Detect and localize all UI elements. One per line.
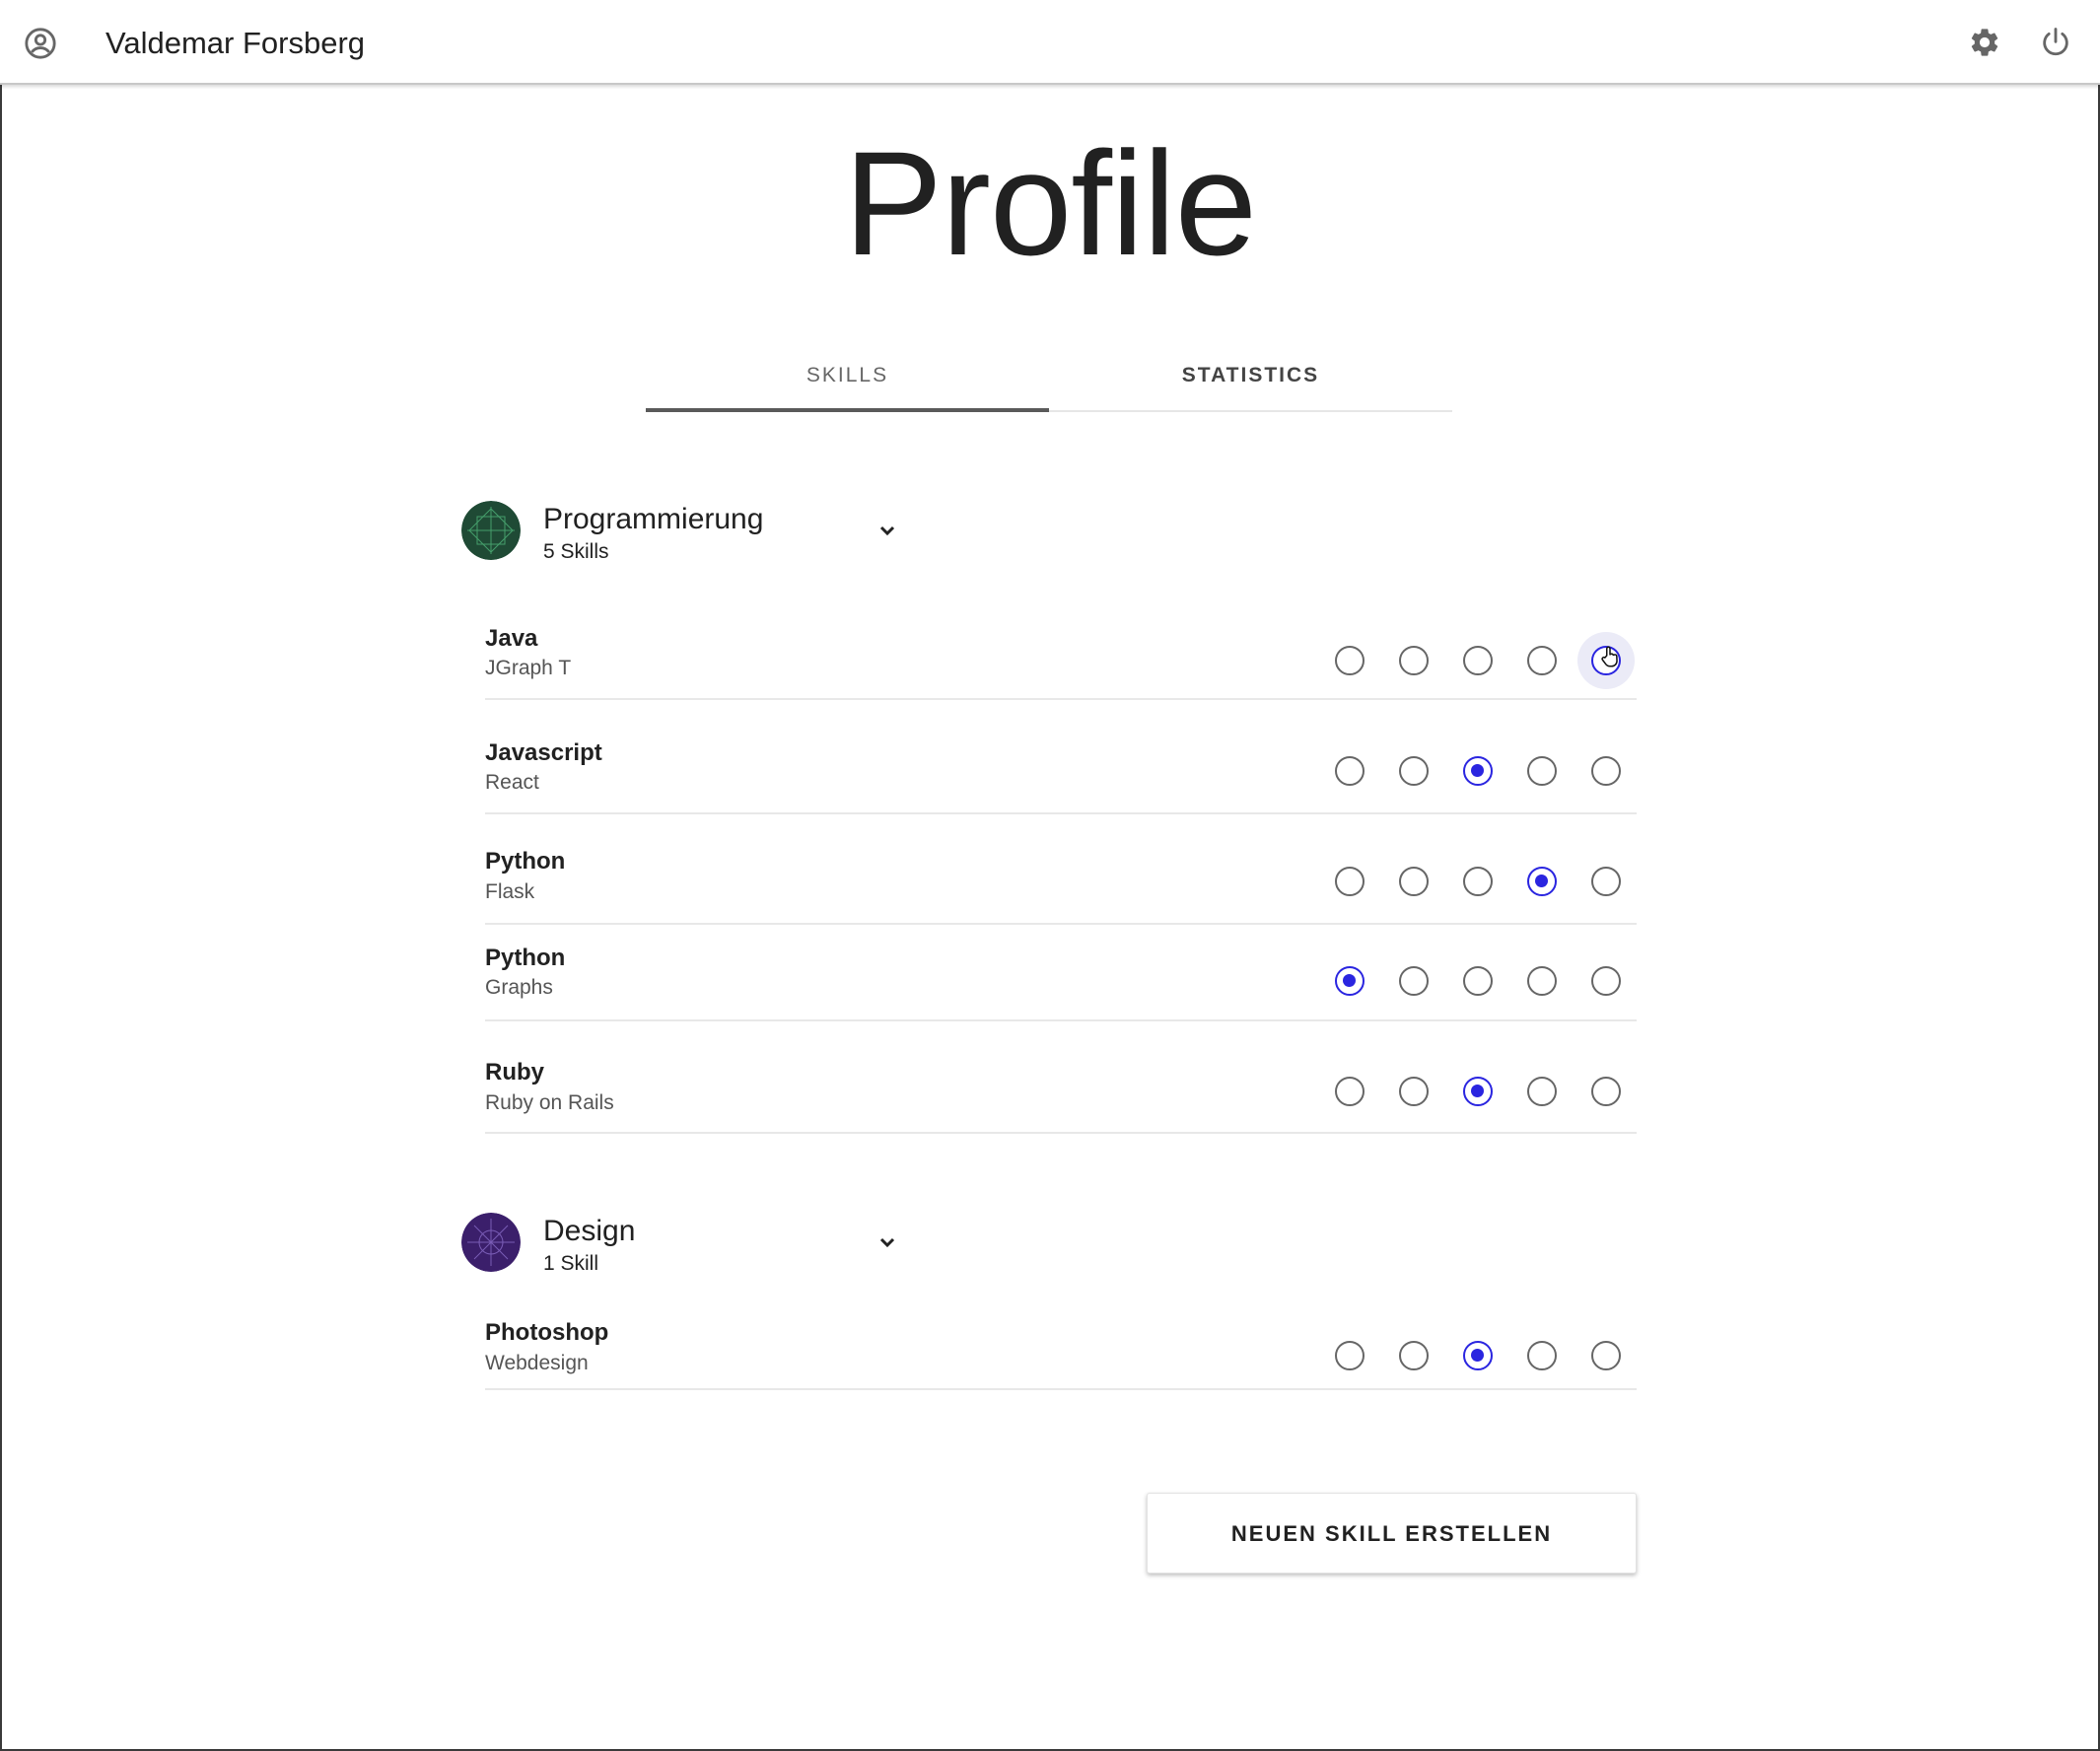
skill-subtitle: Ruby on Rails [485, 1091, 614, 1114]
user-name: Valdemar Forsberg [105, 26, 366, 60]
rating-radio-4[interactable] [1527, 1077, 1557, 1106]
rating-radio-3[interactable] [1463, 1077, 1493, 1106]
rating-radio-3[interactable] [1463, 756, 1493, 786]
category-avatar [461, 501, 521, 560]
rating-radio-4[interactable] [1527, 646, 1557, 675]
skill-subtitle: Flask [485, 880, 535, 903]
top-app-bar: Valdemar Forsberg [0, 0, 2100, 85]
tab-skills[interactable]: SKILLS [646, 345, 1049, 412]
active-tab-indicator [646, 408, 1049, 412]
category-title: Programmierung [543, 503, 764, 535]
skill-subtitle: React [485, 771, 539, 794]
rating-radio-2[interactable] [1399, 1077, 1429, 1106]
skill-name: Java [485, 625, 538, 652]
rating-radio-2[interactable] [1399, 966, 1429, 996]
category-skill-count: 5 Skills [543, 540, 609, 563]
chevron-down-icon[interactable] [875, 1230, 899, 1254]
rating-radio-5[interactable] [1591, 867, 1621, 896]
rating-radio-2[interactable] [1399, 756, 1429, 786]
rating-radio-5[interactable] [1591, 756, 1621, 786]
rating-radio-1[interactable] [1335, 1341, 1365, 1370]
rating-radio-1[interactable] [1335, 646, 1365, 675]
skill-subtitle: JGraph T [485, 657, 572, 679]
rating-radio-1[interactable] [1335, 867, 1365, 896]
skill-name: Photoshop [485, 1319, 609, 1346]
rating-radio-4[interactable] [1527, 966, 1557, 996]
rating-radio-2[interactable] [1399, 646, 1429, 675]
tab-statistics[interactable]: STATISTICS [1049, 345, 1452, 412]
page-title: Profile [843, 120, 1257, 286]
gear-icon[interactable] [1968, 26, 2001, 59]
rating-radio-3[interactable] [1463, 1341, 1493, 1370]
skill-name: Ruby [485, 1059, 544, 1086]
new-skill-button[interactable]: NEUEN SKILL ERSTELLEN [1147, 1493, 1637, 1574]
pointer-hand-icon [1601, 646, 1618, 667]
profile-tabs: SKILLS STATISTICS [646, 345, 1452, 412]
rating-radio-4[interactable] [1527, 867, 1557, 896]
rating-radio-3[interactable] [1463, 867, 1493, 896]
skill-name: Javascript [485, 739, 602, 766]
rating-radio-3[interactable] [1463, 646, 1493, 675]
skill-name: Python [485, 848, 566, 875]
rating-radio-3[interactable] [1463, 966, 1493, 996]
rating-radio-1[interactable] [1335, 756, 1365, 786]
chevron-down-icon[interactable] [875, 519, 899, 542]
rating-radio-4[interactable] [1527, 1341, 1557, 1370]
category-title: Design [543, 1215, 636, 1247]
rating-radio-5[interactable] [1591, 1341, 1621, 1370]
skill-name: Python [485, 945, 566, 971]
rating-radio-2[interactable] [1399, 867, 1429, 896]
rating-radio-5[interactable] [1591, 1077, 1621, 1106]
power-icon[interactable] [2039, 26, 2072, 59]
rating-radio-4[interactable] [1527, 756, 1557, 786]
account-circle-icon[interactable] [24, 27, 57, 60]
rating-radio-1[interactable] [1335, 1077, 1365, 1106]
category-skill-count: 1 Skill [543, 1252, 599, 1275]
skill-subtitle: Webdesign [485, 1352, 589, 1374]
rating-radio-5[interactable] [1591, 966, 1621, 996]
rating-radio-1[interactable] [1335, 966, 1365, 996]
category-avatar [461, 1213, 521, 1272]
rating-radio-2[interactable] [1399, 1341, 1429, 1370]
rating-radio-5[interactable] [1591, 646, 1621, 675]
skill-subtitle: Graphs [485, 976, 553, 999]
